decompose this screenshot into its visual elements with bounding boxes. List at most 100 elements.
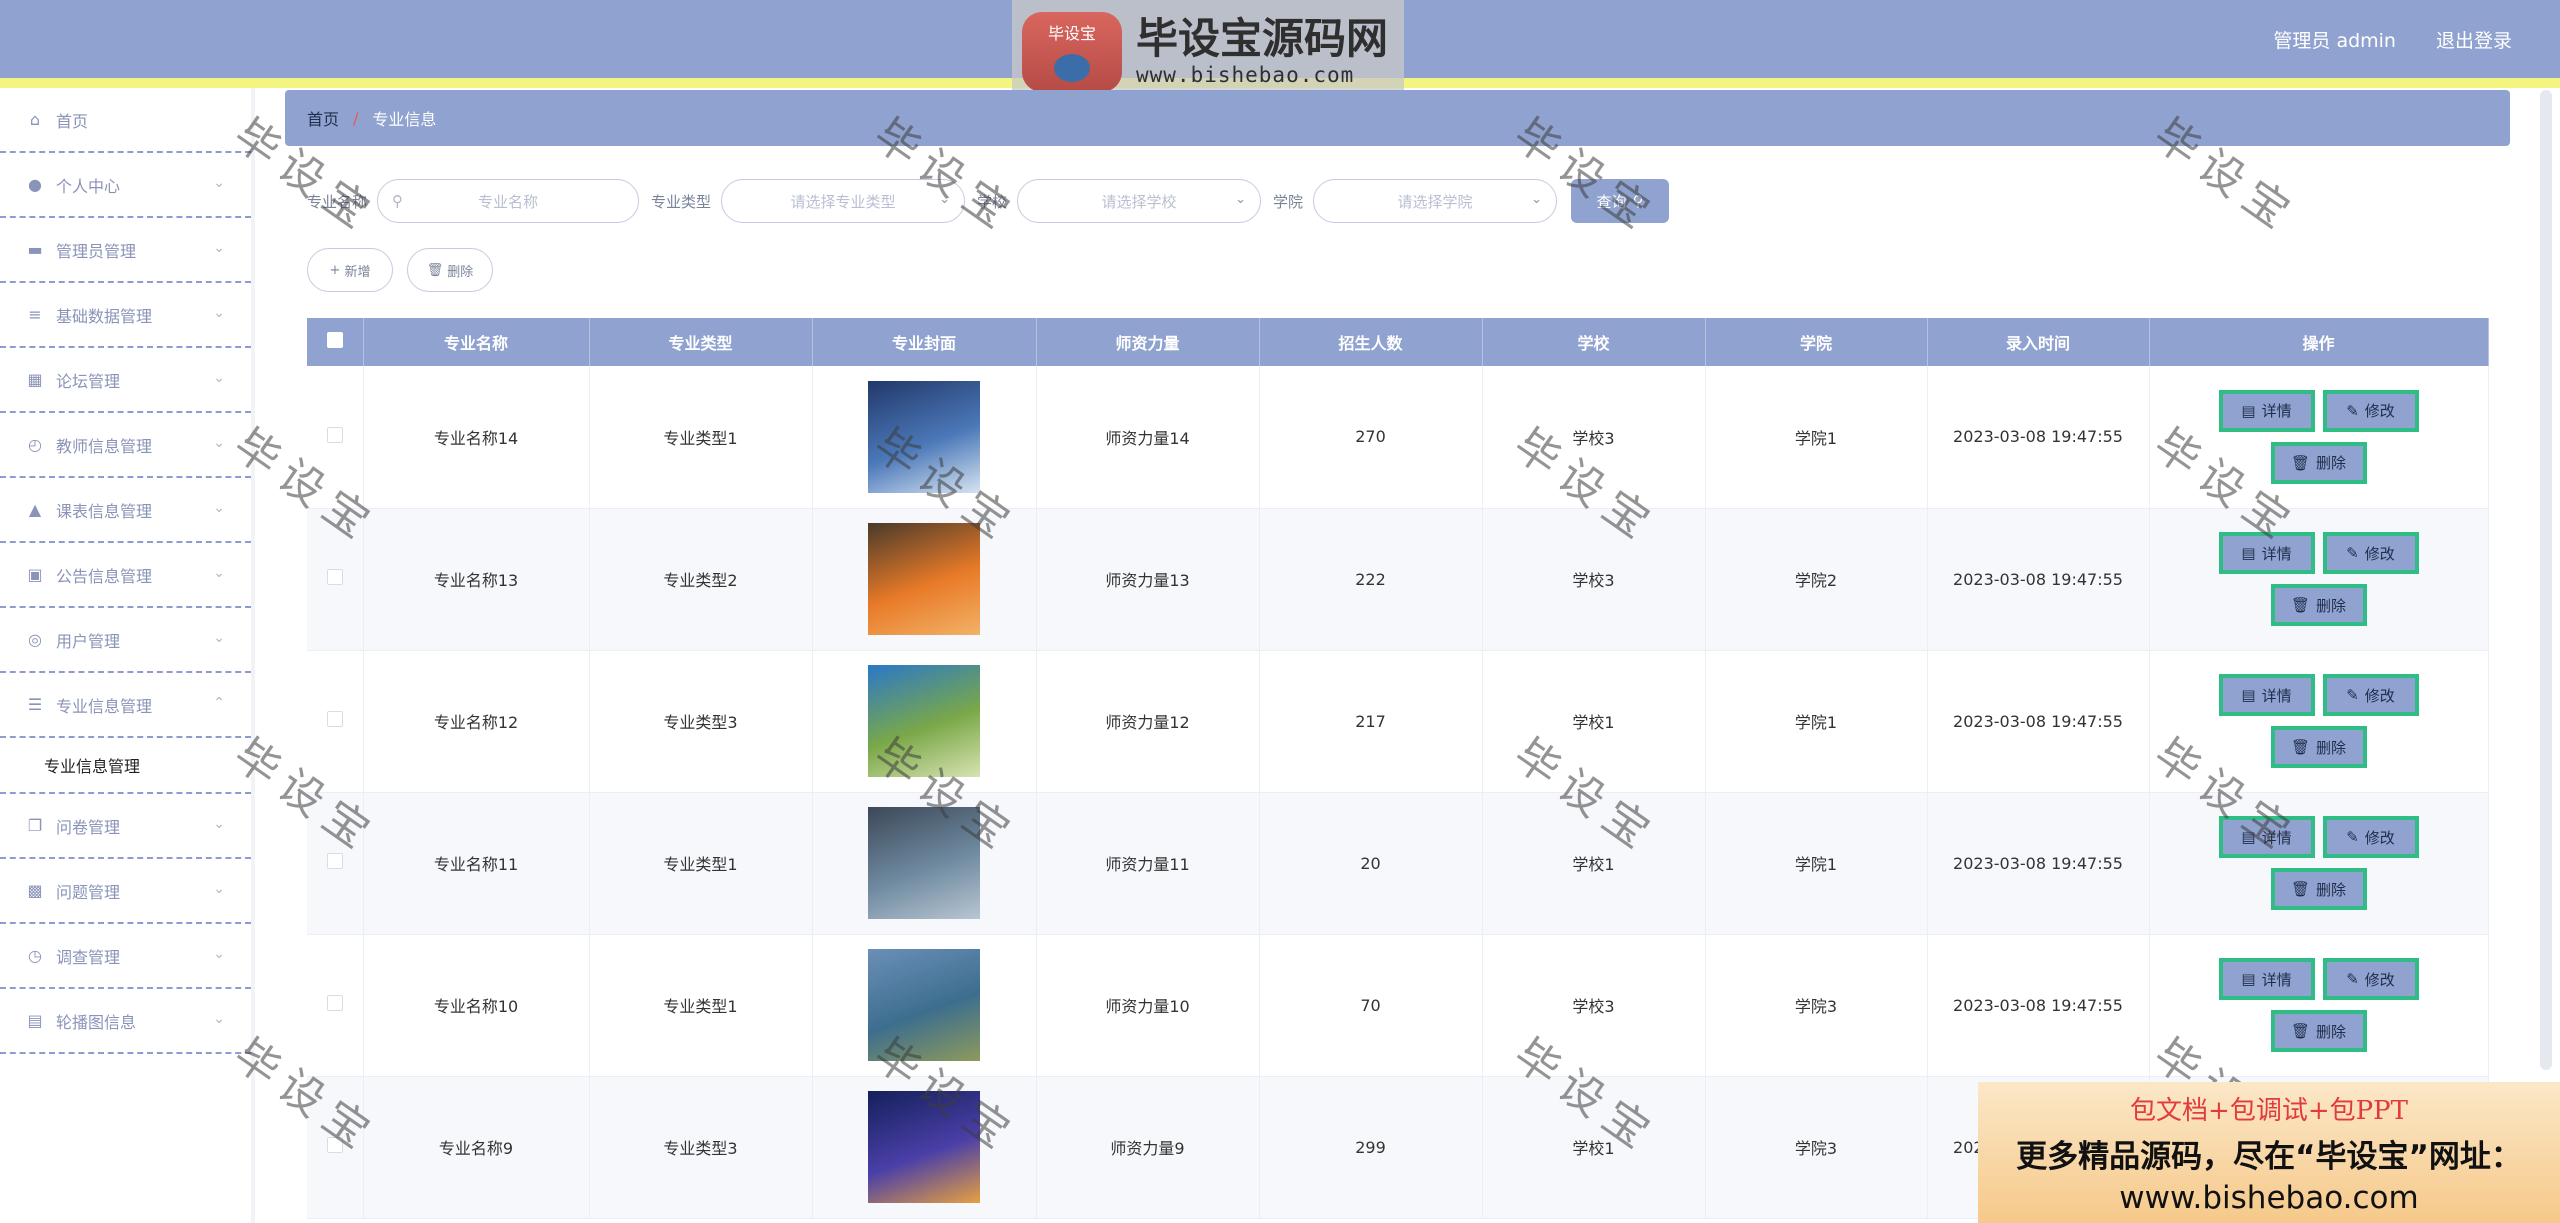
detail-label: 详情 — [2261, 686, 2292, 705]
edit-button[interactable]: ✎ 修改 — [2322, 532, 2419, 574]
sidebar-item[interactable]: ▬ 管理员管理 ⌄ — [0, 218, 251, 283]
edit-button[interactable]: ✎ 修改 — [2322, 674, 2419, 716]
logout-link[interactable]: 退出登录 — [2436, 26, 2512, 53]
search-college-label: 学院 — [1273, 192, 1304, 211]
admin-user-label[interactable]: 管理员 admin — [2273, 26, 2396, 53]
sidebar-item[interactable]: ▲ 课表信息管理 ⌄ — [0, 478, 251, 543]
chevron-down-icon: ⌄ — [1235, 192, 1247, 207]
search-name-label: 专业名称 — [307, 192, 368, 211]
cover-image[interactable] — [868, 523, 980, 635]
sidebar-item[interactable]: ◎ 用户管理 ⌄ — [0, 608, 251, 673]
sidebar-item[interactable]: ≡ 基础数据管理 ⌄ — [0, 283, 251, 348]
add-button[interactable]: + 新增 — [307, 248, 393, 292]
column-header: 师资力量 — [1036, 318, 1260, 366]
row-checkbox[interactable] — [326, 995, 343, 1011]
row-checkbox[interactable] — [326, 426, 343, 443]
delete-button[interactable]: 🗑 删除 — [2270, 584, 2367, 626]
detail-label: 详情 — [2261, 828, 2292, 847]
chevron-down-icon: ⌄ — [213, 305, 225, 321]
sidebar-item[interactable]: ⌂ 首页 — [0, 88, 251, 153]
sidebar-item[interactable]: ▦ 论坛管理 ⌄ — [0, 348, 251, 413]
detail-button[interactable]: ▤ 详情 — [2218, 532, 2315, 574]
search-type-select[interactable]: 请选择专业类型 ⌄ — [721, 179, 966, 223]
delete-button[interactable]: 🗑 删除 — [2270, 868, 2367, 910]
row-select-cell — [307, 508, 364, 651]
cell-teachers: 师资力量14 — [1036, 366, 1260, 509]
delete-button[interactable]: 🗑 删除 — [2270, 1010, 2367, 1052]
cell-teachers: 师资力量11 — [1036, 792, 1260, 935]
trash-icon: 🗑 — [2290, 453, 2311, 472]
sidebar-item[interactable]: ◷ 调查管理 ⌄ — [0, 924, 251, 989]
edit-button[interactable]: ✎ 修改 — [2322, 816, 2419, 858]
cover-cell — [812, 366, 1037, 509]
cell-type: 专业类型1 — [589, 934, 813, 1077]
row-checkbox[interactable] — [326, 569, 343, 585]
search-button-label: 查询 — [1596, 192, 1627, 211]
cell-time: 2023-03-08 19:47:55 — [1927, 792, 2150, 935]
detail-button[interactable]: ▤ 详情 — [2218, 674, 2315, 716]
cell-time: 2023-03-08 19:47:55 — [1927, 650, 2150, 793]
edit-button[interactable]: ✎ 修改 — [2322, 389, 2419, 432]
cell-name: 专业名称10 — [363, 934, 590, 1077]
detail-button[interactable]: ▤ 详情 — [2218, 816, 2315, 858]
chevron-down-icon: ⌄ — [213, 881, 225, 897]
cover-image[interactable] — [868, 380, 980, 493]
table-row: 专业名称10 专业类型1 师资力量10 70 学校3 学院3 2023-03-08 19:4… — [307, 934, 2489, 1077]
cover-image[interactable] — [868, 665, 980, 777]
sidebar-item[interactable]: ❐ 问卷管理 ⌄ — [0, 794, 251, 859]
detail-button[interactable]: ▤ 详情 — [2218, 389, 2315, 432]
delete-button[interactable]: 🗑 删除 — [2270, 441, 2367, 484]
gauge-icon: ◷ — [28, 945, 42, 965]
briefcase-icon: ▤ — [27, 1010, 43, 1030]
cell-type: 专业类型1 — [589, 366, 813, 509]
cell-name: 专业名称12 — [363, 650, 590, 793]
sidebar-item[interactable]: ▩ 问题管理 ⌄ — [0, 859, 251, 924]
select-all-checkbox[interactable] — [326, 332, 343, 348]
cell-time: 2023-03-08 19:47:55 — [1927, 508, 2150, 651]
edit-button[interactable]: ✎ 修改 — [2322, 958, 2419, 1000]
search-school-select[interactable]: 请选择学校 ⌄ — [1017, 179, 1262, 223]
cell-college: 学院1 — [1705, 650, 1928, 793]
sidebar-item-label: 问卷管理 — [56, 817, 121, 837]
row-checkbox[interactable] — [326, 1137, 343, 1153]
row-checkbox[interactable] — [326, 711, 343, 727]
edit-label: 修改 — [2364, 686, 2395, 705]
sidebar-item[interactable]: ☰ 专业信息管理 ⌃ — [0, 673, 251, 738]
cell-count: 270 — [1259, 366, 1483, 509]
search-college-select[interactable]: 请选择学院 ⌄ — [1313, 179, 1558, 223]
cover-image[interactable] — [868, 949, 980, 1061]
breadcrumb-home[interactable]: 首页 — [307, 106, 339, 130]
sidebar-item-label: 论坛管理 — [56, 371, 121, 391]
cell-school: 学校3 — [1482, 934, 1706, 1077]
search-icon: ⚲ — [1632, 192, 1644, 210]
ad-line-1: 包文档+包调试+包PPT — [2130, 1095, 2408, 1126]
sidebar-item[interactable]: ▤ 轮播图信息 ⌄ — [0, 989, 251, 1054]
sidebar-item[interactable]: ● 个人中心 ⌄ — [0, 153, 251, 218]
pencil-icon: ✎ — [2346, 828, 2359, 846]
cell-count: 299 — [1259, 1076, 1483, 1219]
submenu-item-major-info[interactable]: 专业信息管理 — [0, 738, 251, 794]
row-select-cell — [307, 934, 364, 1077]
sidebar-item-label: 管理员管理 — [56, 241, 137, 261]
cover-image[interactable] — [868, 807, 980, 919]
cover-image[interactable] — [868, 1091, 980, 1203]
sidebar-item-label: 课表信息管理 — [56, 501, 153, 521]
cell-time: 2023-03-08 19:47:55 — [1927, 366, 2150, 509]
row-checkbox[interactable] — [326, 853, 343, 869]
cell-college: 学院3 — [1705, 1076, 1928, 1219]
delete-button[interactable]: 🗑 删除 — [2270, 726, 2367, 768]
detail-button[interactable]: ▤ 详情 — [2218, 958, 2315, 1000]
main-content: 首页 / 专业信息 专业名称 ⚲ 专业名称 专业类型 请选择专业类型 ⌄ 学校 … — [285, 90, 2510, 1223]
cell-count: 70 — [1259, 934, 1483, 1077]
search-button[interactable]: 查询 ⚲ — [1571, 179, 1670, 223]
pencil-icon: ✎ — [2346, 544, 2359, 562]
cell-college: 学院1 — [1705, 366, 1928, 509]
sidebar-item[interactable]: ◴ 教师信息管理 ⌄ — [0, 413, 251, 478]
page-scrollbar[interactable] — [2540, 90, 2552, 1070]
sidebar-item[interactable]: ▣ 公告信息管理 ⌄ — [0, 543, 251, 608]
home-icon: ⌂ — [29, 109, 41, 129]
row-select-cell — [307, 650, 364, 793]
batch-delete-button[interactable]: 🗑 删除 — [407, 248, 493, 292]
search-name-input[interactable]: ⚲ 专业名称 — [377, 179, 640, 223]
cell-type: 专业类型1 — [589, 792, 813, 935]
